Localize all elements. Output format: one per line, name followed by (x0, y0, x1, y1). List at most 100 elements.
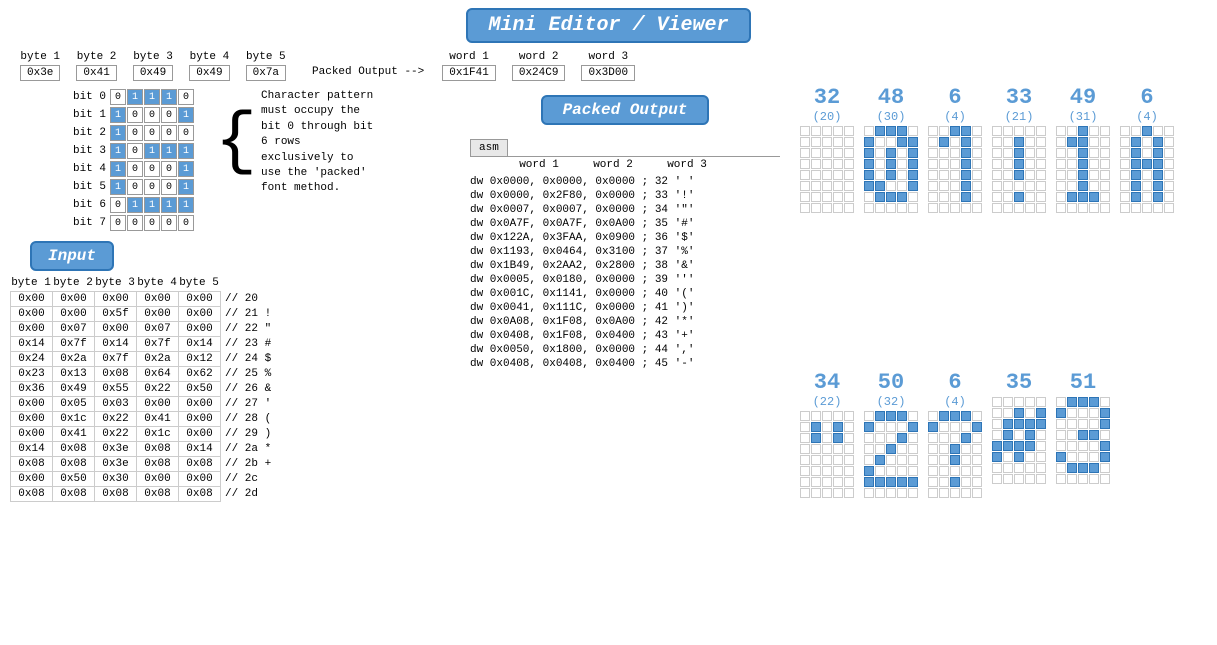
glyph-pixel-0-6-3 (833, 192, 843, 202)
glyph-pixel-2-1-2 (950, 137, 960, 147)
bit-cell-2-0[interactable]: 1 (110, 125, 126, 141)
glyph-pixel-1-7-1 (875, 203, 885, 213)
glyph-pixel-10-2-4 (1100, 419, 1110, 429)
bit-cell-0-2[interactable]: 1 (144, 89, 160, 105)
bit-cell-3-2[interactable]: 1 (144, 143, 160, 159)
bit-cell-3-0[interactable]: 1 (110, 143, 126, 159)
bit-cell-0-1[interactable]: 1 (127, 89, 143, 105)
glyph-pixel-5-2-1 (1131, 148, 1141, 158)
bit-cell-1-0[interactable]: 1 (110, 107, 126, 123)
bit-cell-6-0[interactable]: 0 (110, 197, 126, 213)
bit-cell-5-0[interactable]: 1 (110, 179, 126, 195)
glyph-pixel-3-2-0 (992, 148, 1002, 158)
bit-cell-4-3[interactable]: 0 (161, 161, 177, 177)
bit-cell-7-3[interactable]: 0 (161, 215, 177, 231)
glyph-pixel-7-7-1 (875, 488, 885, 498)
content-area: bit 001110bit 110001bit 210000bit 310111… (0, 85, 1217, 645)
bit-cell-0-4[interactable]: 0 (178, 89, 194, 105)
glyph-pixel-7-5-1 (875, 466, 885, 476)
bit-cell-4-0[interactable]: 1 (110, 161, 126, 177)
glyph-pixel-2-4-2 (950, 170, 960, 180)
bit-row-3: bit 310111 (70, 143, 195, 159)
bit-cell-0-0[interactable]: 0 (110, 89, 126, 105)
bit-cell-2-3[interactable]: 0 (161, 125, 177, 141)
glyph-pixel-4-6-3 (1089, 192, 1099, 202)
glyph-pixel-0-7-4 (844, 203, 854, 213)
glyph-pixel-7-4-4 (908, 455, 918, 465)
bit-cell-2-2[interactable]: 0 (144, 125, 160, 141)
glyph-pixel-8-0-3 (961, 411, 971, 421)
input-cell-5-3: 0x64 (137, 367, 179, 382)
bit-cell-6-4[interactable]: 1 (178, 197, 194, 213)
glyph-number-6: 34 (814, 370, 840, 395)
bit-cell-2-4[interactable]: 0 (178, 125, 194, 141)
glyph-pixel-2-2-1 (939, 148, 949, 158)
glyph-pixel-2-3-1 (939, 159, 949, 169)
bit-row-label-4: bit 4 (70, 163, 106, 175)
glyph-pixel-10-0-4 (1100, 397, 1110, 407)
bit-cell-5-1[interactable]: 0 (127, 179, 143, 195)
bit-cell-2-1[interactable]: 0 (127, 125, 143, 141)
bit-cell-7-0[interactable]: 0 (110, 215, 126, 231)
input-label: Input (48, 247, 96, 265)
bit-cell-1-1[interactable]: 0 (127, 107, 143, 123)
glyph-pixel-10-5-3 (1089, 452, 1099, 462)
output-row-1: dw 0x0000, 0x2F80, 0x0000 ; 33 '!' (470, 189, 780, 203)
glyph-pixel-0-4-3 (833, 170, 843, 180)
bit-cell-6-3[interactable]: 1 (161, 197, 177, 213)
glyph-pixel-3-7-0 (992, 203, 1002, 213)
glyph-pixel-7-2-1 (875, 433, 885, 443)
glyph-pixel-5-3-1 (1131, 159, 1141, 169)
bit-cell-5-4[interactable]: 1 (178, 179, 194, 195)
glyph-pixel-2-6-1 (939, 192, 949, 202)
glyph-pixel-8-6-4 (972, 477, 982, 487)
glyph-pixel-0-1-4 (844, 137, 854, 147)
bit-cell-6-2[interactable]: 1 (144, 197, 160, 213)
glyph-pixel-2-0-4 (972, 126, 982, 136)
bit-cell-7-1[interactable]: 0 (127, 215, 143, 231)
bit-cell-4-4[interactable]: 1 (178, 161, 194, 177)
glyph-pixel-9-2-1 (1003, 419, 1013, 429)
glyph-item-5: 6(4) (1120, 85, 1174, 360)
glyph-pixel-6-4-4 (844, 455, 854, 465)
bit-cell-4-2[interactable]: 0 (144, 161, 160, 177)
glyph-pixel-1-6-1 (875, 192, 885, 202)
glyph-pixel-5-1-2 (1142, 137, 1152, 147)
asm-tab[interactable]: asm (470, 139, 508, 156)
bit-cell-3-4[interactable]: 1 (178, 143, 194, 159)
glyph-pixel-4-1-4 (1100, 137, 1110, 147)
glyph-pixel-10-7-4 (1100, 474, 1110, 484)
input-comment-2: // 22 " (221, 322, 276, 337)
bit-cell-1-4[interactable]: 1 (178, 107, 194, 123)
glyph-pixel-10-1-2 (1078, 408, 1088, 418)
glyph-pixel-9-6-4 (1036, 463, 1046, 473)
glyph-grid-2 (928, 126, 982, 213)
bit-cell-1-3[interactable]: 0 (161, 107, 177, 123)
input-cell-8-0: 0x00 (11, 412, 53, 427)
glyph-pixel-7-4-0 (864, 455, 874, 465)
glyph-pixel-3-0-1 (1003, 126, 1013, 136)
glyph-pixel-5-4-4 (1164, 170, 1174, 180)
glyph-sub-1: (30) (877, 110, 906, 124)
glyph-pixel-1-5-0 (864, 181, 874, 191)
bit-cell-1-2[interactable]: 0 (144, 107, 160, 123)
glyph-pixel-6-0-0 (800, 411, 810, 421)
glyph-pixel-1-5-1 (875, 181, 885, 191)
glyph-pixel-5-4-0 (1120, 170, 1130, 180)
bit-cell-0-3[interactable]: 1 (161, 89, 177, 105)
input-cell-5-0: 0x23 (11, 367, 53, 382)
bit-cell-5-2[interactable]: 0 (144, 179, 160, 195)
bit-cell-4-1[interactable]: 0 (127, 161, 143, 177)
glyph-sub-2: (4) (944, 110, 966, 124)
bit-cell-7-4[interactable]: 0 (178, 215, 194, 231)
bit-cell-7-2[interactable]: 0 (144, 215, 160, 231)
bit-cell-3-3[interactable]: 1 (161, 143, 177, 159)
bit-cell-5-3[interactable]: 0 (161, 179, 177, 195)
glyph-pixel-0-6-2 (822, 192, 832, 202)
glyph-pixel-9-4-3 (1025, 441, 1035, 451)
glyph-pixel-10-4-4 (1100, 441, 1110, 451)
bit-cell-3-1[interactable]: 0 (127, 143, 143, 159)
glyph-pixel-1-3-4 (908, 159, 918, 169)
bit-cell-6-1[interactable]: 1 (127, 197, 143, 213)
glyph-pixel-6-1-0 (800, 422, 810, 432)
